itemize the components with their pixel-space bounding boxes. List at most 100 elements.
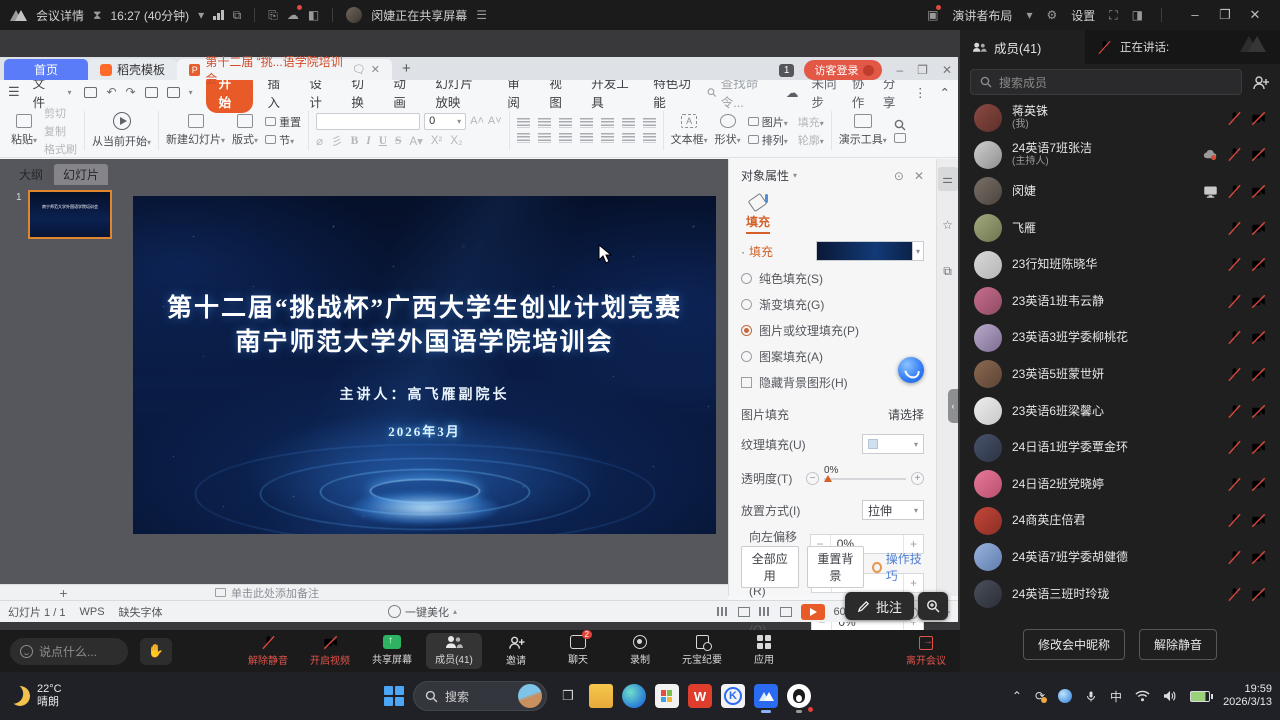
italic-button[interactable]: I xyxy=(366,135,370,147)
arrange-button[interactable]: 排列▾ xyxy=(748,132,788,148)
camera-status-icon[interactable] xyxy=(1251,513,1266,528)
mic-status-icon[interactable] xyxy=(1227,147,1242,162)
print-preview-icon[interactable] xyxy=(167,87,180,98)
magnifier-button[interactable] xyxy=(918,592,948,620)
fill-tab[interactable]: 填充 xyxy=(741,192,775,230)
mic-status-icon[interactable] xyxy=(1227,477,1242,492)
align-text-button[interactable] xyxy=(622,118,635,128)
option-picture-fill[interactable]: 图片或纹理填充(P) xyxy=(741,322,924,339)
chevron-down-icon[interactable]: ▾ xyxy=(67,88,71,97)
close-tab-icon[interactable]: ✕ xyxy=(371,63,380,76)
camera-status-icon[interactable] xyxy=(1251,477,1266,492)
chevron-down-icon[interactable]: ▾ xyxy=(793,171,797,180)
medical-kit-icon[interactable]: ⎘ xyxy=(268,8,278,23)
microsoft-store-icon[interactable] xyxy=(655,684,679,708)
slider-marker-icon[interactable] xyxy=(824,475,832,482)
weather-widget[interactable]: 22°C晴朗 xyxy=(0,683,62,709)
tab-home[interactable]: 首页 xyxy=(4,59,88,80)
paragraph-settings-button[interactable] xyxy=(643,133,656,143)
mic-status-icon[interactable] xyxy=(1227,184,1242,199)
member-row[interactable]: 24英语7班张洁 (主持人) xyxy=(960,137,1280,174)
battery-icon[interactable] xyxy=(1190,691,1210,702)
shapes-button[interactable]: 形状▾ xyxy=(715,114,741,147)
chevron-down-icon[interactable]: ▾ xyxy=(198,8,204,22)
volume-icon[interactable] xyxy=(1163,690,1177,702)
member-row[interactable]: 23行知班陈晓华 xyxy=(960,246,1280,283)
outline-tab[interactable]: 大纲 xyxy=(10,164,52,185)
meeting-details-button[interactable]: 会议详情 xyxy=(36,7,84,24)
increase-font-icon[interactable]: A˄ xyxy=(470,115,484,127)
fill-button[interactable]: 填充▾ xyxy=(798,114,824,130)
wifi-icon[interactable] xyxy=(1135,690,1150,702)
start-button[interactable] xyxy=(384,686,404,706)
task-view-icon[interactable]: ❒ xyxy=(556,684,580,708)
member-row[interactable]: 23英语6班梁馨心 xyxy=(960,393,1280,430)
mic-status-icon[interactable] xyxy=(1227,440,1242,455)
member-row[interactable]: 24英语7班学委胡健德 xyxy=(960,539,1280,576)
texture-fill-dropdown[interactable]: ▾ xyxy=(862,434,924,454)
comment-bubble-icon[interactable]: 🗨 xyxy=(352,63,366,76)
picture-fill-select[interactable]: 请选择 xyxy=(888,406,924,423)
camera-status-icon[interactable] xyxy=(1251,440,1266,455)
slides-tab[interactable]: 幻灯片 xyxy=(54,164,108,185)
slide-thumbnail[interactable]: 南宁师范大学外国语学院培训会 xyxy=(28,190,112,239)
pin-icon[interactable]: ⊙ xyxy=(894,169,904,183)
print-icon[interactable] xyxy=(145,87,158,98)
wps-assistant-ball[interactable] xyxy=(898,357,924,383)
line-spacing-button[interactable] xyxy=(622,133,635,143)
decrease-font-icon[interactable]: A˅ xyxy=(488,115,502,127)
collapse-panel-flap[interactable]: ‹ xyxy=(948,389,958,423)
member-row[interactable]: 蒋英铢 (我) xyxy=(960,100,1280,137)
replace-icon[interactable] xyxy=(894,133,906,143)
normal-view-icon[interactable] xyxy=(738,607,750,617)
maximize-button[interactable]: ❐ xyxy=(1210,7,1240,23)
meeting-duration[interactable]: 16:27 (40分钟) xyxy=(110,7,189,24)
camera-status-icon[interactable] xyxy=(1251,221,1266,236)
layout-icon[interactable]: ▣ xyxy=(927,8,938,22)
wps-minimize-button[interactable]: – xyxy=(896,63,903,77)
play-from-current-button[interactable]: 从当前开始▾ xyxy=(92,112,151,149)
option-pattern-fill[interactable]: 图案填充(A) xyxy=(741,348,924,365)
mic-status-icon[interactable] xyxy=(1227,550,1242,565)
mic-status-icon[interactable] xyxy=(1227,367,1242,382)
increase-indent-button[interactable] xyxy=(580,118,593,128)
redo-icon[interactable]: ↷ xyxy=(126,85,136,99)
paste-button[interactable]: 粘贴▾ xyxy=(11,114,37,147)
camera-status-icon[interactable] xyxy=(1251,111,1266,126)
decrease-indent-button[interactable] xyxy=(559,118,572,128)
rename-button[interactable]: 修改会中昵称 xyxy=(1023,629,1125,660)
new-slide-button[interactable]: 新建幻灯片▾ xyxy=(166,114,225,147)
raise-hand-button[interactable]: ✋ xyxy=(140,638,172,665)
start-video-button[interactable]: 开启视频 xyxy=(302,633,358,669)
effects-strip-icon[interactable]: ☆ xyxy=(938,213,958,237)
slide-speaker[interactable]: 主讲人：高飞雁副院长 xyxy=(133,384,716,404)
align-center-button[interactable] xyxy=(538,133,551,143)
option-hide-background[interactable]: 隐藏背景图形(H) xyxy=(741,374,924,391)
cloud-record-icon[interactable]: ☁ xyxy=(287,8,299,22)
member-row[interactable]: 闵婕 xyxy=(960,173,1280,210)
clear-format-icon[interactable]: ⌀ xyxy=(316,134,323,148)
edge-browser-icon[interactable] xyxy=(622,684,646,708)
save-icon[interactable] xyxy=(84,87,97,98)
file-explorer-icon[interactable] xyxy=(589,684,613,708)
mic-status-icon[interactable] xyxy=(1227,330,1242,345)
apps-button[interactable]: 应用 xyxy=(736,633,792,669)
chat-button[interactable]: 2 聊天 xyxy=(550,633,606,669)
text-direction-button[interactable] xyxy=(601,118,614,128)
layout-button[interactable]: 版式▾ xyxy=(232,114,258,147)
search-zoom-icon[interactable] xyxy=(894,119,906,131)
share-screen-button[interactable]: 共享屏幕 xyxy=(364,633,420,669)
add-slide-button[interactable]: + xyxy=(0,586,127,600)
numbered-list-button[interactable] xyxy=(538,118,551,128)
sync-tray-icon[interactable]: ⟳ xyxy=(1035,689,1045,703)
reset-background-button[interactable]: 重置背景 xyxy=(807,546,865,588)
font-name-input[interactable] xyxy=(316,113,420,130)
mic-status-icon[interactable] xyxy=(1227,294,1242,309)
columns-button[interactable] xyxy=(643,118,656,128)
taskbar-clock[interactable]: 19:592026/3/13 xyxy=(1223,683,1272,709)
audio-device-icon[interactable]: ◧ xyxy=(308,8,319,22)
fill-swatch-dropdown[interactable]: ▾ xyxy=(816,241,924,261)
notes-toggle-icon[interactable] xyxy=(717,607,729,616)
close-panel-icon[interactable]: ✕ xyxy=(914,169,924,183)
slideshow-play-button[interactable] xyxy=(801,604,825,620)
